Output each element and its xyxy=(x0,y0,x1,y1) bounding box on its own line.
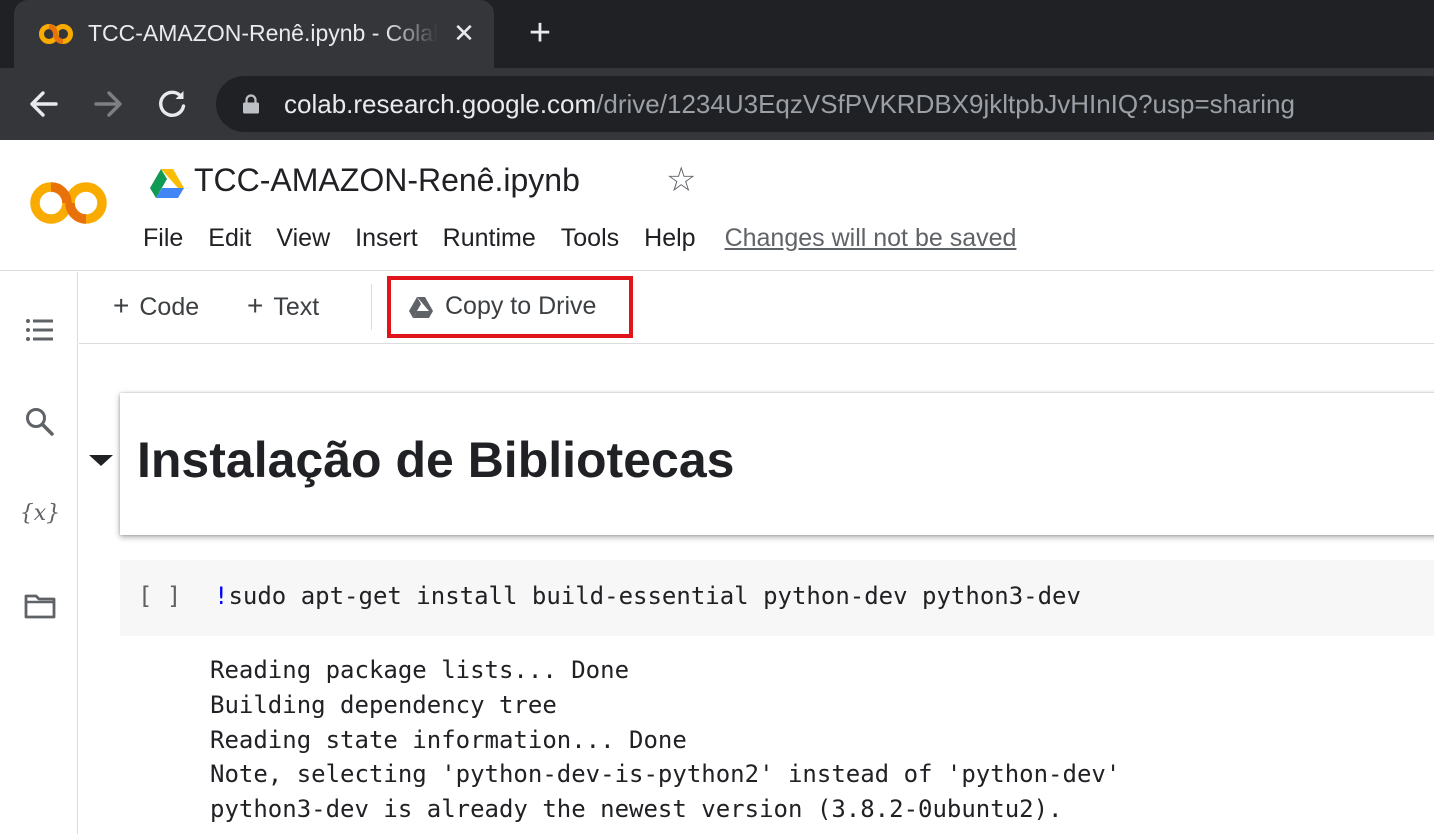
add-text-label: Text xyxy=(273,293,320,321)
menu-insert[interactable]: Insert xyxy=(355,224,418,253)
lock-icon xyxy=(243,94,259,114)
text-cell[interactable]: Instalação de Bibliotecas xyxy=(120,393,1434,535)
colab-logo-icon[interactable] xyxy=(28,176,112,230)
notebook-area: Instalação de Bibliotecas [ ] !sudo apt-… xyxy=(79,345,1434,834)
cell-output: Reading package lists... Done Building d… xyxy=(210,653,1120,827)
browser-nav-bar: colab.research.google.com/drive/1234U3Eq… xyxy=(0,68,1434,140)
url-path: /drive/1234U3EqzVSfPVKRDBX9jkltpbJvHInIQ… xyxy=(596,89,1295,119)
output-line: Note, selecting 'python-dev-is-python2' … xyxy=(210,760,1121,789)
menu-edit[interactable]: Edit xyxy=(208,224,251,253)
add-text-cell-button[interactable]: + Text xyxy=(247,290,319,322)
left-sidebar: {x} xyxy=(0,272,78,834)
output-line: Reading state information... Done xyxy=(210,725,687,754)
menu-bar: File Edit View Insert Runtime Tools Help Change… xyxy=(143,224,1016,256)
url-text: colab.research.google.com/drive/1234U3Eq… xyxy=(284,89,1295,120)
search-icon[interactable] xyxy=(22,404,58,440)
plus-icon: + xyxy=(113,290,130,321)
drive-icon xyxy=(409,297,433,318)
browser-tab-bar: TCC-AMAZON-Renê.ipynb - Colab ✕ + xyxy=(0,0,1434,68)
files-folder-icon[interactable] xyxy=(22,588,58,624)
code-editor[interactable]: !sudo apt-get install build-essential py… xyxy=(214,582,1081,610)
menu-help[interactable]: Help xyxy=(644,224,695,253)
notebook-toolbar: + Code + Text Copy to Drive xyxy=(79,272,1434,344)
menu-file[interactable]: File xyxy=(143,224,183,253)
tab-close-icon[interactable]: ✕ xyxy=(452,18,476,48)
output-line: Reading package lists... Done xyxy=(210,656,630,684)
toolbar-divider xyxy=(371,284,372,330)
add-code-label: Code xyxy=(139,293,200,321)
google-drive-icon xyxy=(150,169,184,198)
copy-to-drive-button[interactable]: Copy to Drive xyxy=(387,276,633,338)
collapse-section-icon[interactable] xyxy=(89,455,113,466)
colab-header: TCC-AMAZON-Renê.ipynb ☆ File Edit View Inse… xyxy=(0,140,1434,271)
output-line: Building dependency tree xyxy=(210,690,557,719)
shell-bang: ! xyxy=(214,582,229,610)
new-tab-button[interactable]: + xyxy=(520,14,560,54)
table-of-contents-icon[interactable] xyxy=(22,312,58,348)
forward-arrow-icon[interactable] xyxy=(88,84,128,124)
unsaved-changes-link[interactable]: Changes will not be saved xyxy=(725,224,1017,253)
star-icon[interactable]: ☆ xyxy=(666,160,696,200)
menu-tools[interactable]: Tools xyxy=(561,224,619,253)
output-line: python3-dev is already the newest versio… xyxy=(210,795,1063,824)
url-host: colab.research.google.com xyxy=(284,89,597,119)
variables-icon[interactable]: {x} xyxy=(22,494,58,530)
address-bar[interactable]: colab.research.google.com/drive/1234U3Eq… xyxy=(216,76,1434,132)
colab-favicon-icon xyxy=(39,24,73,44)
code-cell[interactable]: [ ] !sudo apt-get install build-essentia… xyxy=(120,560,1434,636)
section-heading: Instalação de Bibliotecas xyxy=(137,432,735,488)
code-command: sudo apt-get install build-essential pyt… xyxy=(228,582,1081,610)
add-code-cell-button[interactable]: + Code xyxy=(113,290,199,322)
svg-text:{x}: {x} xyxy=(22,501,58,526)
browser-tab[interactable]: TCC-AMAZON-Renê.ipynb - Colab ✕ xyxy=(14,0,494,68)
notebook-title[interactable]: TCC-AMAZON-Renê.ipynb xyxy=(194,162,580,199)
run-cell-button[interactable]: [ ] xyxy=(138,582,181,610)
menu-runtime[interactable]: Runtime xyxy=(443,224,536,253)
menu-view[interactable]: View xyxy=(276,224,330,253)
copy-to-drive-label: Copy to Drive xyxy=(445,292,597,320)
plus-icon: + xyxy=(247,290,264,321)
back-arrow-icon[interactable] xyxy=(24,84,64,124)
tab-title: TCC-AMAZON-Renê.ipynb - Colab xyxy=(88,20,438,46)
reload-icon[interactable] xyxy=(152,84,192,124)
